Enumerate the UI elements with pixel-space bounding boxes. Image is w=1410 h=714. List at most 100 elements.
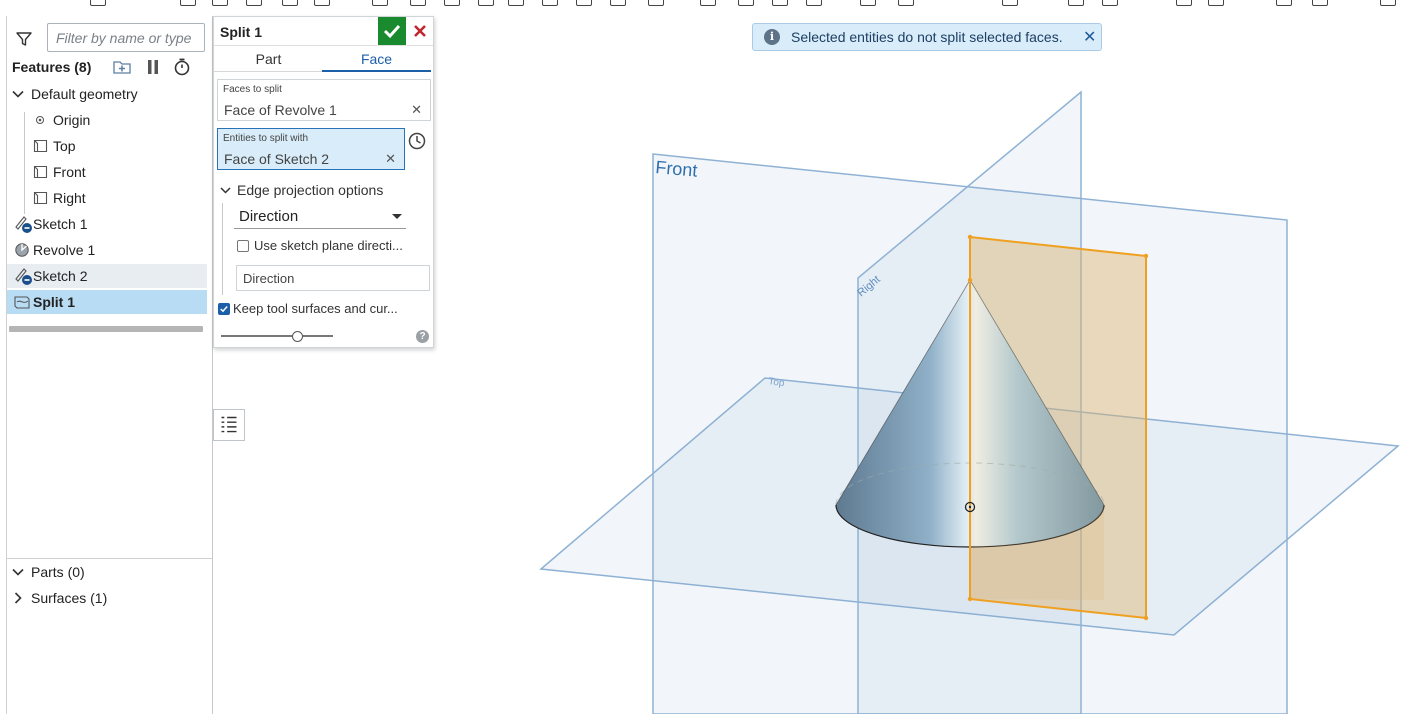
sketch-tool-icon[interactable] bbox=[90, 0, 106, 6]
checkbox-label: Use sketch plane directi... bbox=[254, 238, 403, 253]
dialog-title: Split 1 bbox=[220, 24, 263, 40]
vertex-point[interactable] bbox=[967, 234, 973, 240]
direction-select[interactable]: Direction bbox=[234, 205, 406, 229]
tab-part[interactable]: Part bbox=[214, 46, 323, 72]
chevron-down-icon[interactable] bbox=[11, 87, 25, 101]
tree-label: Right bbox=[53, 190, 86, 206]
draft-tool-icon[interactable] bbox=[444, 0, 460, 6]
split-icon bbox=[14, 296, 30, 309]
plastics-tool-icon[interactable] bbox=[1276, 0, 1292, 6]
history-icon[interactable] bbox=[407, 131, 427, 151]
tree-label: Origin bbox=[53, 112, 91, 128]
direction-field[interactable]: Direction bbox=[236, 265, 430, 291]
tree-row-surfaces[interactable]: Surfaces (1) bbox=[7, 586, 207, 610]
add-folder-icon[interactable] bbox=[112, 58, 132, 76]
help-icon[interactable]: ? bbox=[416, 330, 429, 343]
split-tool-icon[interactable] bbox=[700, 0, 716, 6]
tree-row-sketch-1[interactable]: Sketch 1 bbox=[7, 212, 207, 236]
more-tools-icon[interactable] bbox=[1312, 0, 1328, 6]
pause-icon[interactable] bbox=[143, 58, 163, 76]
tree-row-revolve-1[interactable]: Revolve 1 bbox=[7, 238, 207, 262]
sketch-icon bbox=[15, 268, 32, 285]
tree-label: Sketch 1 bbox=[33, 216, 88, 232]
edge-projection-toggle[interactable]: Edge projection options bbox=[217, 181, 427, 201]
undo-icon[interactable] bbox=[28, 0, 44, 6]
custom-tool-icon[interactable] bbox=[1380, 0, 1396, 6]
graphics-viewport[interactable]: Top Front Right bbox=[434, 52, 1410, 714]
tree-label: Parts (0) bbox=[31, 564, 85, 580]
tree-row-front[interactable]: Front bbox=[7, 160, 207, 184]
faces-to-split-field[interactable]: Faces to split Face of Revolve 1 ✕ bbox=[217, 79, 431, 121]
section-label: Edge projection options bbox=[237, 182, 384, 198]
cancel-button[interactable] bbox=[408, 19, 432, 43]
clear-icon[interactable]: ✕ bbox=[385, 151, 396, 167]
notification-banner: i Selected entities do not split selecte… bbox=[752, 23, 1102, 51]
top-toolbar bbox=[0, 0, 1410, 8]
filter-icon[interactable] bbox=[15, 30, 33, 48]
entities-to-split-with-field[interactable]: Entities to split with Face of Sketch 2 … bbox=[217, 128, 405, 170]
frame-tool-icon[interactable] bbox=[1208, 0, 1224, 6]
chamfer-tool-icon[interactable] bbox=[410, 0, 426, 6]
chevron-right-icon[interactable] bbox=[11, 591, 25, 605]
plane-tool-icon[interactable] bbox=[860, 0, 876, 6]
use-sketch-plane-checkbox[interactable] bbox=[237, 240, 249, 252]
notification-text: Selected entities do not split selected … bbox=[791, 29, 1063, 45]
hole-tool-icon[interactable] bbox=[542, 0, 558, 6]
curve-tool-icon[interactable] bbox=[1002, 0, 1018, 6]
sheet-metal-tool-icon[interactable] bbox=[1176, 0, 1192, 6]
transform-tool-icon[interactable] bbox=[738, 0, 754, 6]
pattern-tool-icon[interactable] bbox=[576, 0, 592, 6]
plane-icon bbox=[33, 165, 48, 179]
sketch-icon bbox=[15, 216, 32, 233]
extrude-tool-icon[interactable] bbox=[180, 0, 196, 6]
filter-row bbox=[7, 22, 213, 52]
transparency-slider-thumb[interactable] bbox=[292, 331, 303, 342]
rib-tool-icon[interactable] bbox=[478, 0, 494, 6]
tree-row-origin[interactable]: Origin bbox=[7, 108, 207, 132]
tree-row-top[interactable]: Top bbox=[7, 134, 207, 158]
tree-label: Default geometry bbox=[31, 86, 138, 102]
stopwatch-icon[interactable] bbox=[172, 58, 192, 76]
tree-row-split-1[interactable]: Split 1 bbox=[7, 290, 207, 314]
split-feature-dialog: Split 1 Part Face Faces to split Face of… bbox=[213, 16, 434, 348]
fillet-tool-icon[interactable] bbox=[372, 0, 388, 6]
tree-row-right[interactable]: Right bbox=[7, 186, 207, 210]
chevron-down-icon[interactable] bbox=[11, 565, 25, 579]
tree-row-default-geometry[interactable]: Default geometry bbox=[7, 82, 207, 106]
modify-fillet-tool-icon[interactable] bbox=[806, 0, 822, 6]
feature-list-button[interactable] bbox=[213, 409, 245, 441]
rollback-bar[interactable] bbox=[9, 326, 203, 332]
checkbox-label: Keep tool surfaces and cur... bbox=[233, 301, 398, 316]
vertex-point[interactable] bbox=[1143, 615, 1149, 621]
keep-tool-surfaces-checkbox[interactable] bbox=[218, 303, 230, 315]
tree-row-parts[interactable]: Parts (0) bbox=[7, 560, 207, 584]
helix-tool-icon[interactable] bbox=[1068, 0, 1084, 6]
transparency-slider-track[interactable] bbox=[221, 335, 333, 337]
loft-tool-icon[interactable] bbox=[282, 0, 298, 6]
vertex-point[interactable] bbox=[967, 277, 973, 283]
clear-icon[interactable]: ✕ bbox=[411, 102, 422, 118]
accept-button[interactable] bbox=[378, 17, 406, 45]
thicken-tool-icon[interactable] bbox=[314, 0, 330, 6]
sweep-tool-icon[interactable] bbox=[246, 0, 262, 6]
tree-label: Surfaces (1) bbox=[31, 590, 108, 606]
list-icon bbox=[221, 416, 237, 433]
surface-tool-icon[interactable] bbox=[1102, 0, 1118, 6]
features-header: Features (8) bbox=[7, 56, 213, 78]
shell-tool-icon[interactable] bbox=[508, 0, 524, 6]
field-value: Face of Sketch 2 bbox=[224, 151, 330, 167]
plane-icon bbox=[33, 139, 48, 153]
boolean-tool-icon[interactable] bbox=[648, 0, 664, 6]
mirror-tool-icon[interactable] bbox=[610, 0, 626, 6]
vertex-point[interactable] bbox=[967, 596, 973, 602]
tree-row-sketch-2[interactable]: Sketch 2 bbox=[7, 264, 207, 288]
checkmark-icon bbox=[383, 24, 401, 39]
vertex-point[interactable] bbox=[1143, 253, 1149, 259]
close-icon[interactable]: ✕ bbox=[1083, 27, 1096, 47]
delete-part-tool-icon[interactable] bbox=[772, 0, 788, 6]
mate-connector-tool-icon[interactable] bbox=[898, 0, 914, 6]
filter-input[interactable] bbox=[47, 23, 205, 52]
revolve-tool-icon[interactable] bbox=[212, 0, 228, 6]
tab-face[interactable]: Face bbox=[322, 46, 431, 72]
plane-icon bbox=[33, 191, 48, 205]
